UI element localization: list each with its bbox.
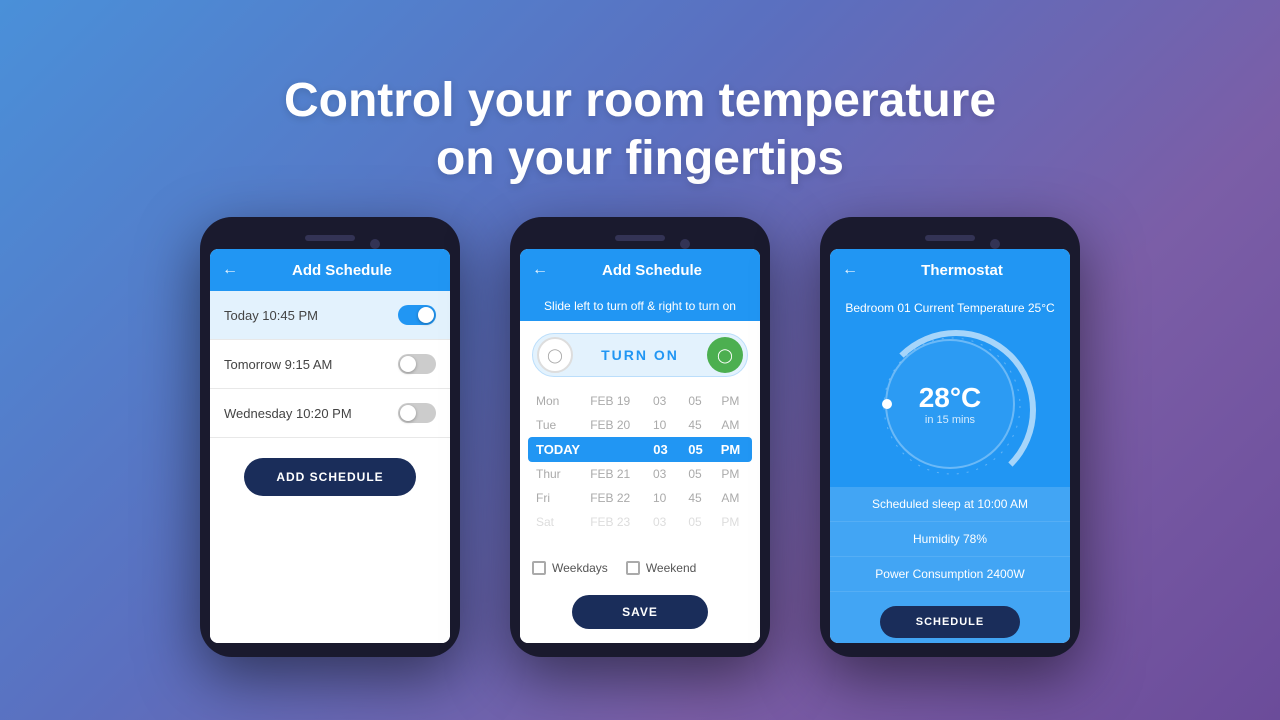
info-humidity: Humidity 78% — [830, 522, 1070, 557]
schedule-item-2[interactable]: Tomorrow 9:15 AM — [210, 340, 450, 389]
phone1-speaker — [305, 235, 355, 241]
picker-row-sat: Sat FEB 23 03 05 PM — [528, 510, 752, 534]
toggle-knob-2 — [400, 356, 416, 372]
phone2-camera — [680, 239, 690, 249]
picker-row-today: TODAY 03 05 PM — [528, 437, 752, 462]
weekdays-box — [532, 561, 546, 575]
phone2-screen: ← Add Schedule Slide left to turn off & … — [520, 249, 760, 643]
headline-line1: Control your room temperature — [284, 72, 996, 130]
phone3-speaker — [925, 235, 975, 241]
phone1-back-icon[interactable]: ← — [222, 261, 238, 279]
schedule-footer: ADD SCHEDULE — [210, 438, 450, 516]
weekend-checkbox[interactable]: Weekend — [626, 561, 696, 575]
temp-ring: 28°C in 15 mins — [885, 339, 1015, 469]
phones-row: ← Add Schedule Today 10:45 PM Tomorrow 9… — [200, 217, 1080, 657]
phone3-back-icon[interactable]: ← — [842, 261, 858, 279]
save-button[interactable]: SAVE — [572, 595, 708, 629]
dot-indicator — [882, 399, 892, 409]
drum-picker: Mon FEB 19 03 05 PM Tue FEB 20 10 45 AM — [520, 389, 760, 551]
headline: Control your room temperature on your fi… — [284, 36, 996, 187]
thermostat-subtitle: Bedroom 01 Current Temperature 25°C — [830, 291, 1070, 325]
headline-line2: on your fingertips — [284, 130, 996, 188]
weekend-box — [626, 561, 640, 575]
phone3: ← Thermostat Bedroom 01 Current Temperat… — [820, 217, 1080, 657]
phone1-title: Add Schedule — [246, 262, 438, 279]
power-off-icon: ◯ — [537, 337, 573, 373]
phone2: ← Add Schedule Slide left to turn off & … — [510, 217, 770, 657]
toggle-3[interactable] — [398, 403, 436, 423]
weekdays-checkbox[interactable]: Weekdays — [532, 561, 608, 575]
slider-label: TURN ON — [573, 347, 707, 363]
phone1: ← Add Schedule Today 10:45 PM Tomorrow 9… — [200, 217, 460, 657]
tick-svg — [877, 331, 1027, 481]
slide-hint: Slide left to turn off & right to turn o… — [520, 291, 760, 321]
weekdays-label: Weekdays — [552, 561, 608, 575]
save-btn-row: SAVE — [520, 585, 760, 643]
picker-row-mon: Mon FEB 19 03 05 PM — [528, 389, 752, 413]
phone2-title: Add Schedule — [556, 262, 748, 279]
power-on-icon: ◯ — [707, 337, 743, 373]
phone1-header: ← Add Schedule — [210, 249, 450, 291]
checkboxes-row: Weekdays Weekend — [520, 551, 760, 585]
toggle-knob-1 — [418, 307, 434, 323]
schedule-label-2: Tomorrow 9:15 AM — [224, 357, 332, 372]
thermostat-content: Bedroom 01 Current Temperature 25°C 28°C — [830, 291, 1070, 643]
phone2-speaker — [615, 235, 665, 241]
schedule-btn-row: SCHEDULE — [830, 592, 1070, 643]
turn-on-slider[interactable]: ◯ TURN ON ◯ — [532, 333, 748, 377]
phone3-header: ← Thermostat — [830, 249, 1070, 291]
thermostat-circle-area: 28°C in 15 mins — [830, 325, 1070, 487]
phone1-screen: ← Add Schedule Today 10:45 PM Tomorrow 9… — [210, 249, 450, 643]
schedule-item-1[interactable]: Today 10:45 PM — [210, 291, 450, 340]
picker-row-fri: Fri FEB 22 10 45 AM — [528, 486, 752, 510]
phone3-screen: ← Thermostat Bedroom 01 Current Temperat… — [830, 249, 1070, 643]
phone2-header: ← Add Schedule — [520, 249, 760, 291]
phone2-back-icon[interactable]: ← — [532, 261, 548, 279]
add-schedule-button[interactable]: ADD SCHEDULE — [244, 458, 415, 496]
schedule-label-3: Wednesday 10:20 PM — [224, 406, 352, 421]
schedule-label-1: Today 10:45 PM — [224, 308, 318, 323]
picker-row-thur: Thur FEB 21 03 05 PM — [528, 462, 752, 486]
schedule-button[interactable]: SCHEDULE — [880, 606, 1021, 638]
phone1-camera — [370, 239, 380, 249]
phone3-camera — [990, 239, 1000, 249]
phone3-title: Thermostat — [866, 262, 1058, 279]
toggle-knob-3 — [400, 405, 416, 421]
weekend-label: Weekend — [646, 561, 696, 575]
schedule-item-3[interactable]: Wednesday 10:20 PM — [210, 389, 450, 438]
picker-row-tue: Tue FEB 20 10 45 AM — [528, 413, 752, 437]
toggle-1[interactable] — [398, 305, 436, 325]
info-sleep: Scheduled sleep at 10:00 AM — [830, 487, 1070, 522]
info-power: Power Consumption 2400W — [830, 557, 1070, 592]
phone2-content: Slide left to turn off & right to turn o… — [520, 291, 760, 643]
toggle-2[interactable] — [398, 354, 436, 374]
schedule-list: Today 10:45 PM Tomorrow 9:15 AM Wednesda… — [210, 291, 450, 643]
thermostat-info: Scheduled sleep at 10:00 AM Humidity 78%… — [830, 487, 1070, 643]
